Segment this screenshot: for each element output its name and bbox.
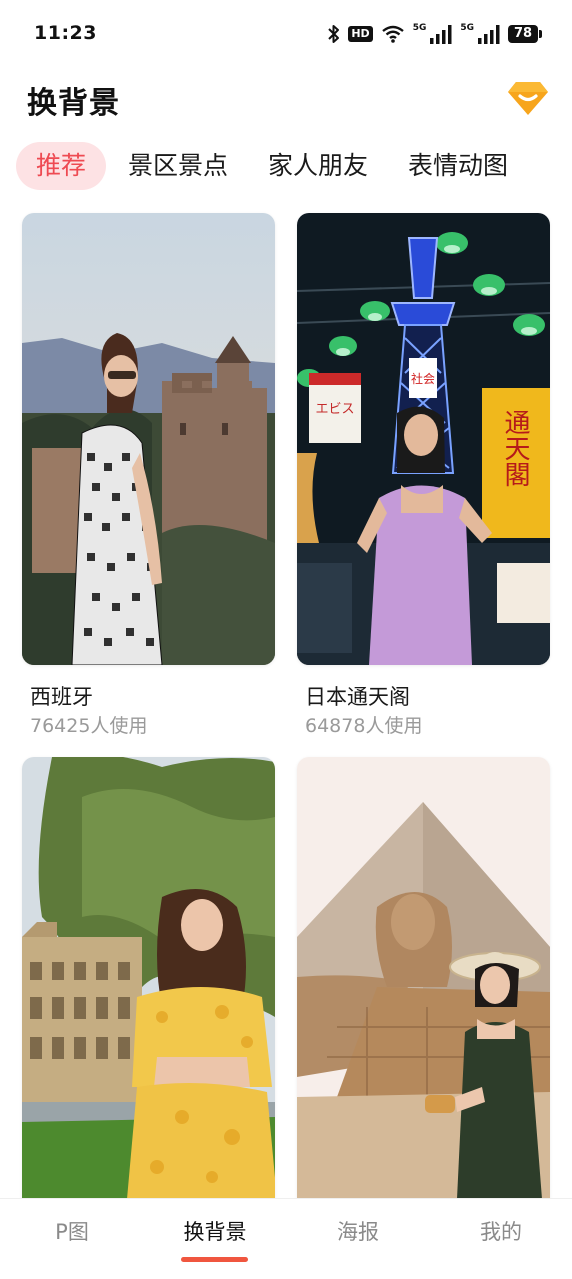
tab-scenic-spots[interactable]: 景区景点 xyxy=(128,142,228,190)
status-bar: 11:23 HD 5G 5G 78 xyxy=(0,0,572,68)
battery-tip xyxy=(539,30,542,38)
wifi-icon xyxy=(381,25,405,43)
battery-level: 78 xyxy=(508,25,538,43)
hd-icon: HD xyxy=(348,26,373,42)
template-title: 日本通天阁 xyxy=(305,685,410,709)
signal-5g-icon xyxy=(478,24,500,44)
template-image[interactable] xyxy=(22,213,275,665)
bluetooth-icon xyxy=(328,24,340,44)
status-icons: HD 5G 5G 78 xyxy=(328,22,542,46)
template-card[interactable] xyxy=(22,757,275,1217)
bottom-nav: P图 换背景 海报 我的 xyxy=(0,1198,572,1279)
tower-sign-left: エビス xyxy=(315,401,354,416)
net1-label: 5G xyxy=(412,22,427,33)
tab-family-friends[interactable]: 家人朋友 xyxy=(268,142,368,190)
tab-emoji-gifs[interactable]: 表情动图 xyxy=(408,142,508,190)
signal-5g-icon xyxy=(430,24,452,44)
nav-poster[interactable]: 海报 xyxy=(298,1217,418,1247)
nav-p-tu[interactable]: P图 xyxy=(12,1217,132,1247)
tab-recommend[interactable]: 推荐 xyxy=(16,142,107,190)
category-tabs: 推荐 景区景点 家人朋友 表情动图 xyxy=(16,142,548,190)
template-usage-count: 64878人使用 xyxy=(305,715,423,737)
template-card[interactable] xyxy=(297,757,550,1217)
template-card[interactable]: 社会 エビス 通天閣 日本通天阁 64878人使用 xyxy=(297,213,550,739)
nav-mine[interactable]: 我的 xyxy=(441,1217,561,1247)
template-image[interactable]: 社会 エビス 通天閣 xyxy=(297,213,550,665)
status-time: 11:23 xyxy=(34,22,97,44)
template-title: 西班牙 xyxy=(30,685,93,709)
nav-change-background[interactable]: 换背景 xyxy=(155,1217,275,1247)
template-card[interactable]: 西班牙 76425人使用 xyxy=(22,213,275,739)
net2-label: 5G xyxy=(460,22,474,33)
tower-sign-right: 通天閣 xyxy=(501,409,531,487)
nav-active-indicator xyxy=(181,1257,248,1262)
template-usage-count: 76425人使用 xyxy=(30,715,148,737)
page-title: 换背景 xyxy=(27,86,120,121)
vip-diamond-icon[interactable] xyxy=(506,78,550,118)
tower-sign-top: 社会 xyxy=(411,371,435,386)
template-image[interactable] xyxy=(22,757,275,1199)
battery-icon: 78 xyxy=(508,25,542,43)
template-image[interactable] xyxy=(297,757,550,1199)
